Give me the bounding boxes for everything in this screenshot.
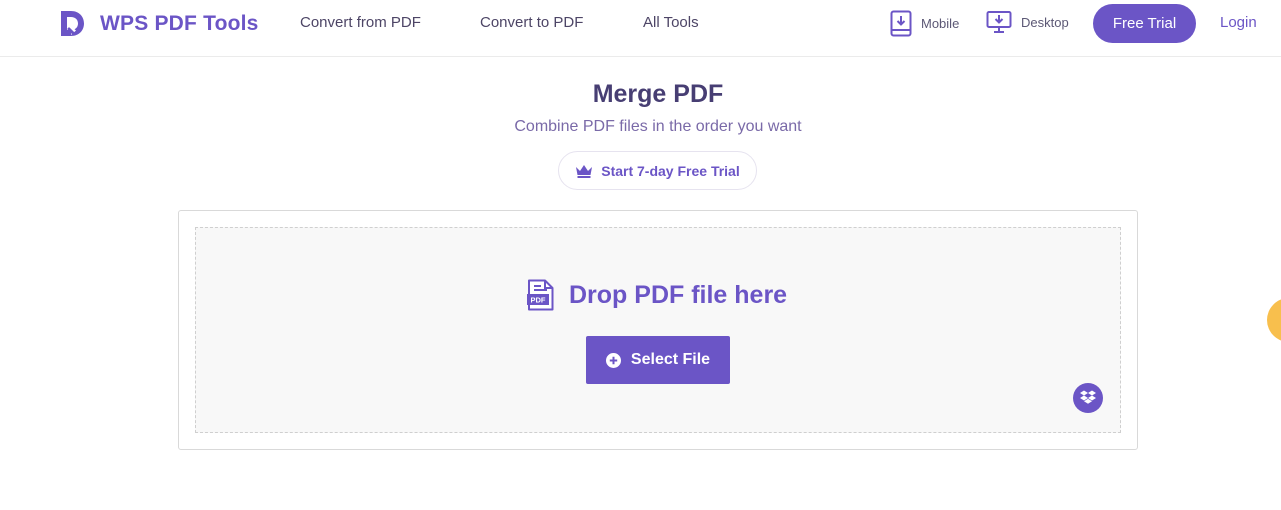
brand-name: WPS PDF Tools — [100, 12, 259, 35]
brand-logo[interactable]: WPS PDF Tools — [58, 9, 259, 39]
login-link[interactable]: Login — [1220, 14, 1257, 31]
pdf-dropzone[interactable]: PDF Drop PDF file here Select File — [195, 227, 1121, 433]
select-file-label: Select File — [630, 351, 711, 368]
dropbox-button[interactable] — [1073, 383, 1103, 413]
dropzone-heading: PDF Drop PDF file here — [526, 279, 787, 311]
download-mobile-link[interactable]: Mobile — [890, 10, 959, 37]
upload-card: PDF Drop PDF file here Select File — [178, 210, 1138, 450]
nav-all-tools[interactable]: All Tools — [643, 14, 699, 31]
nav-convert-from-pdf[interactable]: Convert from PDF — [300, 14, 421, 31]
download-desktop-link[interactable]: Desktop — [986, 10, 1069, 34]
mobile-download-icon — [890, 10, 912, 37]
start-free-trial-button[interactable]: Start 7-day Free Trial — [558, 151, 757, 190]
download-desktop-label: Desktop — [1021, 14, 1069, 30]
page-subtitle: Combine PDF files in the order you want — [514, 118, 802, 135]
floating-help-badge[interactable] — [1267, 298, 1281, 342]
wps-logo-icon — [61, 11, 84, 36]
top-header: WPS PDF Tools Convert from PDF Convert t… — [0, 0, 1281, 57]
pdf-file-badge-text: PDF — [531, 296, 546, 305]
dropbox-icon — [1080, 390, 1096, 404]
desktop-download-icon — [986, 11, 1012, 33]
dropzone-prompt: Drop PDF file here — [569, 280, 788, 309]
nav-convert-to-pdf[interactable]: Convert to PDF — [480, 14, 583, 31]
download-mobile-label: Mobile — [921, 16, 960, 31]
crown-icon — [576, 164, 593, 178]
page-title: Merge PDF — [592, 80, 724, 108]
select-file-button[interactable]: Select File — [586, 336, 730, 384]
start-free-trial-label: Start 7-day Free Trial — [601, 162, 740, 179]
plus-circle-icon — [605, 352, 621, 368]
free-trial-button[interactable]: Free Trial — [1093, 4, 1196, 43]
pdf-file-icon: PDF — [527, 279, 554, 311]
